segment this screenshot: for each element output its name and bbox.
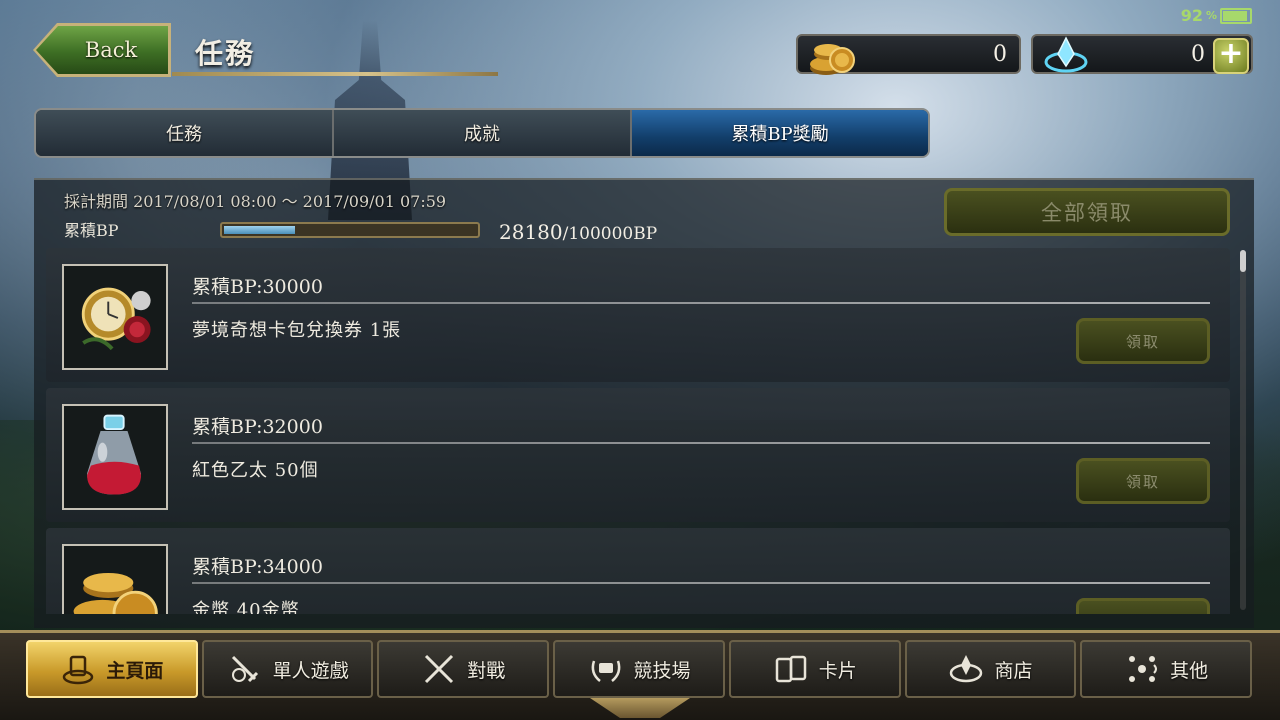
- claim-button[interactable]: 領取: [1076, 318, 1210, 364]
- reward-title: 累積BP:34000: [192, 556, 323, 578]
- tab-bar: 任務 成就 累積BP獎勵: [34, 108, 930, 158]
- nav-label: 卡片: [818, 659, 857, 682]
- list-item: 累積BP:30000 夢境奇想卡包兌換券 1張 領取: [46, 248, 1230, 382]
- claim-button[interactable]: 領取: [1076, 598, 1210, 614]
- nav-single-player[interactable]: 單人遊戲: [201, 640, 374, 698]
- crystal-currency: 0 +: [1031, 34, 1253, 74]
- battery-fill: [1223, 10, 1247, 21]
- tab-missions[interactable]: 任務: [36, 110, 334, 156]
- divider: [192, 442, 1210, 444]
- reward-thumbnail: [62, 264, 168, 370]
- crystal-amount: 0: [1191, 42, 1205, 67]
- gold-coins-icon: [810, 44, 855, 75]
- reward-title: 累積BP:32000: [192, 416, 323, 438]
- nav-battle[interactable]: 對戰: [377, 640, 550, 698]
- battery-percent: 92: [1180, 6, 1203, 25]
- bp-value: 28180/100000BP: [499, 220, 657, 244]
- divider: [192, 302, 1210, 304]
- battery-unit: %: [1205, 9, 1217, 22]
- list-item: 累積BP:32000 紅色乙太 50個 領取: [46, 388, 1230, 522]
- bp-progress-bar: [220, 222, 480, 238]
- reward-description: 紅色乙太 50個: [192, 460, 319, 481]
- crystal-icon: [1044, 36, 1088, 73]
- nav-label: 主頁面: [106, 659, 164, 682]
- nav-label: 其他: [1170, 659, 1209, 682]
- claim-button[interactable]: 領取: [1076, 458, 1210, 504]
- nav-shop[interactable]: 商店: [904, 640, 1077, 698]
- gold-amount: 0: [993, 42, 1007, 67]
- plus-icon: +: [1218, 36, 1244, 71]
- other-icon: [1129, 656, 1158, 682]
- claim-all-button[interactable]: 全部領取: [944, 188, 1230, 236]
- reward-thumbnail: [62, 544, 168, 614]
- bp-current: 28180: [499, 220, 563, 244]
- bottom-nav: 主頁面 單人遊戲 對戰 競技場 卡片 商店 其他: [26, 640, 1253, 698]
- battery-icon: [1220, 7, 1252, 24]
- add-crystal-button[interactable]: +: [1213, 38, 1249, 74]
- reward-list[interactable]: 累積BP:30000 夢境奇想卡包兌換券 1張 領取 累積BP:32000 紅色…: [46, 248, 1230, 614]
- nav-label: 對戰: [467, 659, 506, 682]
- nav-other[interactable]: 其他: [1080, 640, 1253, 698]
- nav-label: 競技場: [633, 659, 691, 682]
- nav-cards[interactable]: 卡片: [728, 640, 901, 698]
- nav-home[interactable]: 主頁面: [26, 640, 198, 698]
- reward-description: 夢境奇想卡包兌換券 1張: [192, 320, 402, 341]
- nav-arena[interactable]: 競技場: [553, 640, 725, 698]
- gold-coins-icon: [64, 546, 166, 614]
- list-item: 累積BP:34000 金幣 40金幣 領取: [46, 528, 1230, 614]
- sword-icon: [231, 655, 258, 683]
- pocket-watch-roses-icon: [64, 266, 166, 368]
- scrollbar-thumb[interactable]: [1240, 250, 1246, 272]
- list-scrollbar[interactable]: [1240, 250, 1246, 610]
- bp-progress-fill: [224, 226, 295, 234]
- period-text: 採計期間 2017/08/01 08:00 ～ 2017/09/01 07:59: [64, 192, 447, 211]
- reward-thumbnail: [62, 404, 168, 510]
- cards-icon: [775, 655, 806, 683]
- divider: [192, 582, 1210, 584]
- battery-status: 92%: [1181, 6, 1252, 25]
- tab-achievements[interactable]: 成就: [334, 110, 632, 156]
- bp-total: /100000BP: [562, 224, 658, 244]
- nav-label: 單人遊戲: [272, 659, 349, 682]
- tab-bp-rewards[interactable]: 累積BP獎勵: [632, 110, 928, 156]
- page-title: 任務: [195, 37, 256, 70]
- home-icon: [63, 655, 94, 685]
- arena-laurel-icon: [591, 660, 620, 682]
- red-potion-icon: [64, 406, 166, 508]
- reward-title: 累積BP:30000: [192, 276, 323, 298]
- nav-label: 商店: [994, 659, 1033, 682]
- shop-icon: [950, 655, 983, 683]
- back-button[interactable]: Back: [36, 26, 168, 74]
- crossed-swords-icon: [425, 654, 454, 684]
- gold-currency: 0: [796, 34, 1021, 75]
- title-underline: [172, 72, 498, 76]
- bp-label: 累積BP: [64, 221, 119, 240]
- reward-description: 金幣 40金幣: [192, 600, 300, 614]
